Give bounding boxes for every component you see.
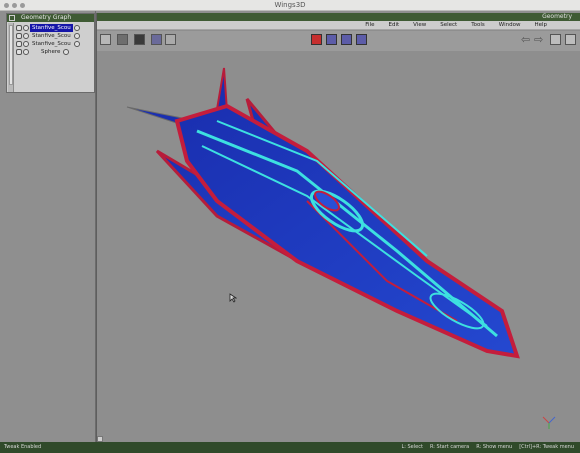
status-hint: L: Select: [401, 444, 423, 450]
wireframe-icon[interactable]: [117, 34, 128, 45]
solid-icon[interactable]: [151, 34, 162, 45]
vertex-mode-icon[interactable]: [311, 34, 322, 45]
object-name[interactable]: Stanfive_Scou: [30, 32, 73, 40]
status-hints: L: Select R: Start camera R: Show menu […: [401, 442, 574, 453]
geometry-graph-panel: Geometry Graph Stanfive_Scou Stanfive_Sc…: [6, 13, 95, 93]
menu-edit[interactable]: Edit: [389, 21, 400, 30]
wire-icon[interactable]: [73, 33, 80, 39]
graph-scrollbar-thumb[interactable]: [9, 25, 13, 85]
status-bar: Tweak Enabled L: Select R: Start camera …: [0, 442, 580, 453]
lock-icon[interactable]: [23, 49, 29, 55]
list-item[interactable]: Stanfive_Scou: [16, 24, 94, 32]
edge-mode-icon[interactable]: [326, 34, 337, 45]
menu-file[interactable]: File: [365, 21, 374, 30]
lock-icon[interactable]: [23, 41, 29, 47]
geometry-graph-title-bar[interactable]: Geometry Graph: [7, 14, 94, 22]
visibility-icon[interactable]: [16, 25, 22, 31]
toolbar: ⇦ ⇨: [97, 31, 580, 51]
axis-gizmo: [542, 416, 556, 429]
status-hint: R: Show menu: [476, 444, 513, 450]
redo-arrow-icon[interactable]: ⇨: [534, 34, 543, 46]
camera-icon[interactable]: [565, 34, 576, 45]
lock-icon[interactable]: [23, 25, 29, 31]
panel-close-icon[interactable]: [9, 15, 15, 21]
geometry-title-bar[interactable]: Geometry: [97, 13, 580, 21]
wire-icon[interactable]: [73, 41, 80, 47]
visibility-icon[interactable]: [16, 33, 22, 39]
geometry-graph-list: Stanfive_Scou Stanfive_Scou Stanfive_Sco…: [16, 24, 94, 56]
list-item[interactable]: Stanfive_Scou: [16, 40, 94, 48]
face-mode-icon[interactable]: [341, 34, 352, 45]
status-hint: [Ctrl]+R: Tweak menu: [519, 444, 574, 450]
visibility-icon[interactable]: [16, 41, 22, 47]
smooth-preview-icon[interactable]: [100, 34, 111, 45]
object-name[interactable]: Sphere: [39, 48, 62, 56]
view-icon[interactable]: [550, 34, 561, 45]
object-name[interactable]: Stanfive_Scou: [30, 40, 73, 48]
status-left: Tweak Enabled: [4, 444, 42, 450]
geometry-graph-title: Geometry Graph: [21, 14, 72, 21]
spaceship-model[interactable]: [97, 51, 580, 442]
app-title: Wings3D: [274, 1, 306, 9]
menu-view[interactable]: View: [413, 21, 426, 30]
list-item[interactable]: Sphere: [16, 48, 94, 56]
shaded-icon[interactable]: [134, 34, 145, 45]
graph-scrollbar[interactable]: [8, 23, 14, 92]
menu-tools[interactable]: Tools: [471, 21, 485, 30]
3d-viewport[interactable]: [97, 51, 580, 442]
lock-icon[interactable]: [23, 33, 29, 39]
status-hint: R: Start camera: [429, 444, 470, 450]
menu-help[interactable]: Help: [534, 21, 547, 30]
wire-icon[interactable]: [63, 49, 70, 55]
menu-select[interactable]: Select: [440, 21, 457, 30]
mouse-cursor-icon: [229, 293, 237, 303]
undo-arrow-icon[interactable]: ⇦: [521, 34, 530, 46]
list-item[interactable]: Stanfive_Scou: [16, 32, 94, 40]
menu-bar: File Edit View Select Tools Window Help: [97, 21, 580, 30]
wire-icon[interactable]: [73, 25, 80, 31]
os-title-bar: Wings3D: [0, 0, 580, 11]
geometry-window: Geometry File Edit View Select Tools Win…: [96, 13, 580, 442]
ortho-icon[interactable]: [165, 34, 176, 45]
visibility-icon[interactable]: [16, 49, 22, 55]
object-name[interactable]: Stanfive_Scou: [30, 24, 73, 32]
body-mode-icon[interactable]: [356, 34, 367, 45]
menu-window[interactable]: Window: [499, 21, 521, 30]
